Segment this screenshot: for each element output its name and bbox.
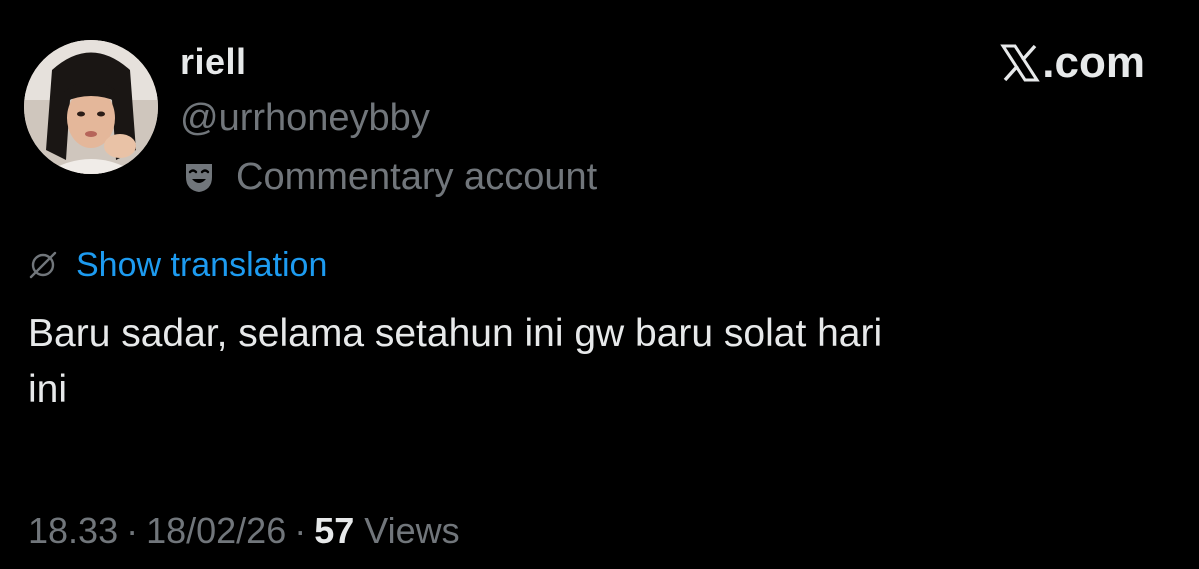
user-handle[interactable]: @urrhoneybby xyxy=(180,94,430,142)
tweet-card: riell @urrhoneybby Commentary account .c… xyxy=(0,0,1199,569)
show-translation-link[interactable]: Show translation xyxy=(28,242,327,288)
views-label: Views xyxy=(364,510,460,551)
display-name[interactable]: riell xyxy=(180,38,247,86)
tweet-date[interactable]: 18/02/26 xyxy=(146,507,286,555)
avatar-image xyxy=(24,40,158,174)
views-count[interactable]: 57 xyxy=(314,507,354,555)
tweet-time[interactable]: 18.33 xyxy=(28,507,118,555)
tweet-text: Baru sadar, selama setahun ini gw baru s… xyxy=(28,312,883,411)
x-logo-icon xyxy=(1000,43,1041,83)
theater-mask-icon xyxy=(184,161,214,193)
account-label: Commentary account xyxy=(184,152,597,202)
meta-separator: · xyxy=(126,510,139,551)
brand-domain-text: .com xyxy=(1042,38,1145,87)
account-label-text: Commentary account xyxy=(236,156,598,198)
show-translation-label[interactable]: Show translation xyxy=(76,243,327,287)
brand-watermark: .com xyxy=(1000,38,1145,88)
avatar[interactable] xyxy=(24,40,158,174)
meta-separator: · xyxy=(294,510,307,551)
globe-slash-icon xyxy=(28,250,58,280)
tweet-meta: 18.33 · 18/02/26 · 57 Views xyxy=(28,506,460,556)
